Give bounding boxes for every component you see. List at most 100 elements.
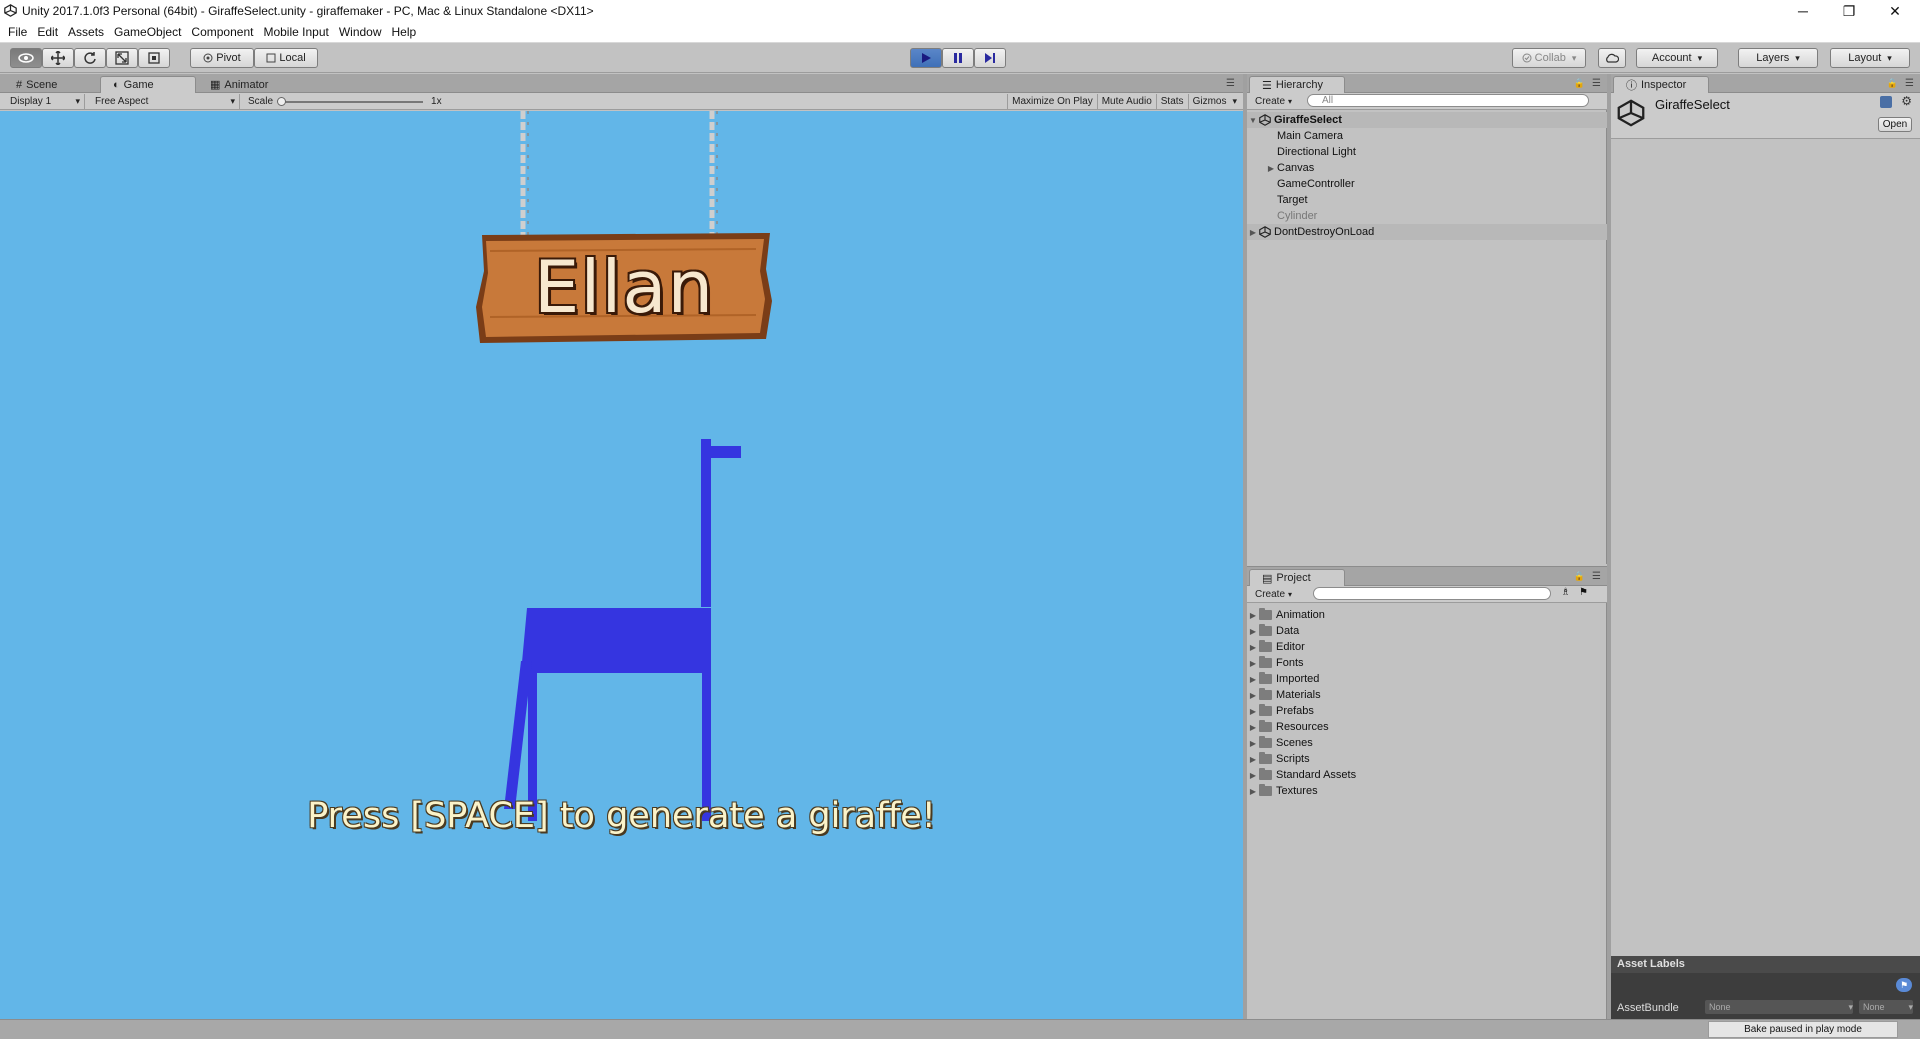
pane-menu-icon[interactable]: ☰: [1592, 571, 1601, 582]
folder-item[interactable]: ▶ Resources: [1247, 719, 1329, 735]
info-icon: ⓘ: [1626, 80, 1637, 92]
help-book-icon[interactable]: [1880, 96, 1892, 108]
maximize-on-play-toggle[interactable]: Maximize On Play: [1008, 94, 1097, 109]
account-dropdown[interactable]: Account: [1636, 48, 1718, 68]
scale-value: 1x: [431, 95, 442, 107]
pause-button[interactable]: [942, 48, 974, 68]
hierarchy-item-inactive[interactable]: Cylinder: [1277, 208, 1317, 224]
menu-help[interactable]: Help: [392, 25, 417, 39]
expand-arrow-icon[interactable]: ▶: [1247, 707, 1259, 716]
expand-arrow-icon[interactable]: ▶: [1265, 164, 1277, 173]
pivot-toggle[interactable]: Pivot: [190, 48, 254, 68]
folder-item[interactable]: ▶ Scripts: [1247, 751, 1310, 767]
lock-icon[interactable]: 🔒: [1574, 78, 1585, 89]
folder-item[interactable]: ▶ Prefabs: [1247, 703, 1314, 719]
menu-assets[interactable]: Assets: [68, 25, 104, 39]
expand-arrow-icon[interactable]: ▶: [1247, 643, 1259, 652]
asset-bundle-variant-dropdown[interactable]: None: [1859, 1000, 1913, 1014]
menu-file[interactable]: File: [8, 25, 27, 39]
folder-item[interactable]: ▶ Materials: [1247, 687, 1321, 703]
folder-item[interactable]: ▶ Animation: [1247, 607, 1325, 623]
hierarchy-create-dropdown[interactable]: Create: [1251, 94, 1296, 109]
expand-arrow-icon[interactable]: ▼: [1247, 116, 1259, 125]
tab-inspector[interactable]: ⓘ Inspector: [1613, 76, 1709, 93]
expand-arrow-icon[interactable]: ▶: [1247, 787, 1259, 796]
play-button[interactable]: [910, 48, 942, 68]
expand-arrow-icon[interactable]: ▶: [1247, 659, 1259, 668]
step-button[interactable]: [974, 48, 1006, 68]
hierarchy-item[interactable]: Main Camera: [1277, 128, 1343, 144]
pane-menu-icon[interactable]: ☰: [1592, 78, 1601, 89]
mute-audio-toggle[interactable]: Mute Audio: [1098, 94, 1156, 109]
hierarchy-search-input[interactable]: All: [1307, 94, 1589, 107]
layout-dropdown[interactable]: Layout: [1830, 48, 1910, 68]
settings-gear-icon[interactable]: ⚙: [1901, 94, 1912, 108]
folder-item[interactable]: ▶ Scenes: [1247, 735, 1313, 751]
game-canvas[interactable]: Ellan Press [SPACE] to generate a giraff…: [0, 111, 1243, 1019]
project-search-input[interactable]: [1313, 587, 1551, 600]
menu-mobile-input[interactable]: Mobile Input: [263, 25, 328, 39]
view-tool-button[interactable]: [10, 48, 42, 68]
menu-window[interactable]: Window: [339, 25, 382, 39]
minimize-button[interactable]: ─: [1780, 0, 1826, 22]
tab-hierarchy[interactable]: ☰ Hierarchy: [1249, 76, 1345, 93]
project-create-dropdown[interactable]: Create: [1251, 587, 1296, 602]
tab-scene[interactable]: # Scene: [4, 76, 69, 93]
filter-by-label-icon[interactable]: ⚑: [1579, 587, 1588, 598]
hierarchy-item[interactable]: Target: [1277, 192, 1308, 208]
folder-item[interactable]: ▶ Fonts: [1247, 655, 1304, 671]
collab-button[interactable]: Collab: [1512, 48, 1586, 68]
tab-animator[interactable]: ▦ Animator: [198, 76, 280, 93]
tab-project[interactable]: ▤ Project: [1249, 569, 1345, 586]
asset-bundle-dropdown[interactable]: None: [1705, 1000, 1853, 1014]
expand-arrow-icon[interactable]: ▶: [1247, 627, 1259, 636]
scale-slider[interactable]: [277, 94, 427, 109]
folder-item[interactable]: ▶ Imported: [1247, 671, 1319, 687]
pane-menu-icon[interactable]: ☰: [1905, 78, 1914, 89]
cloud-button[interactable]: [1598, 48, 1626, 68]
pane-menu-icon[interactable]: ☰: [1226, 78, 1235, 89]
rotate-tool-button[interactable]: [74, 48, 106, 68]
filter-by-type-icon[interactable]: ♗: [1561, 587, 1570, 598]
layers-dropdown[interactable]: Layers: [1738, 48, 1818, 68]
scale-tool-button[interactable]: [106, 48, 138, 68]
expand-arrow-icon[interactable]: ▶: [1247, 771, 1259, 780]
menu-component[interactable]: Component: [191, 25, 253, 39]
label-tag-icon[interactable]: ⚑: [1896, 978, 1912, 992]
scale-slider-thumb[interactable]: [277, 96, 287, 106]
cloud-icon: [1606, 53, 1619, 63]
menu-gameobject[interactable]: GameObject: [114, 25, 181, 39]
dont-destroy-row[interactable]: ▶ DontDestroyOnLoad: [1247, 224, 1607, 240]
stats-toggle[interactable]: Stats: [1157, 94, 1188, 109]
rect-tool-button[interactable]: [138, 48, 170, 68]
expand-arrow-icon[interactable]: ▶: [1247, 755, 1259, 764]
expand-arrow-icon[interactable]: ▶: [1247, 228, 1259, 237]
folder-item[interactable]: ▶ Textures: [1247, 783, 1318, 799]
close-button[interactable]: ✕: [1872, 0, 1918, 22]
tab-game[interactable]: ◐ Game: [100, 76, 196, 93]
lock-icon[interactable]: 🔒: [1887, 78, 1898, 89]
scene-row[interactable]: ▼ GiraffeSelect: [1247, 112, 1607, 128]
check-icon: [1522, 53, 1532, 63]
display-dropdown[interactable]: Display 1: [0, 94, 84, 109]
gizmos-dropdown[interactable]: Gizmos: [1189, 94, 1243, 109]
aspect-dropdown[interactable]: Free Aspect: [85, 94, 239, 109]
open-button[interactable]: Open: [1878, 117, 1912, 132]
hierarchy-item[interactable]: Directional Light: [1277, 144, 1356, 160]
menu-edit[interactable]: Edit: [37, 25, 58, 39]
folder-item[interactable]: ▶ Editor: [1247, 639, 1305, 655]
expand-arrow-icon[interactable]: ▶: [1247, 739, 1259, 748]
folder-item[interactable]: ▶ Standard Assets: [1247, 767, 1356, 783]
hierarchy-item-canvas[interactable]: ▶ Canvas: [1265, 160, 1314, 176]
folder-item[interactable]: ▶ Data: [1247, 623, 1299, 639]
hierarchy-item[interactable]: GameController: [1277, 176, 1355, 192]
restore-button[interactable]: ❐: [1826, 0, 1872, 22]
right-chain: [709, 111, 718, 235]
move-tool-button[interactable]: [42, 48, 74, 68]
expand-arrow-icon[interactable]: ▶: [1247, 723, 1259, 732]
lock-icon[interactable]: 🔒: [1574, 571, 1585, 582]
expand-arrow-icon[interactable]: ▶: [1247, 675, 1259, 684]
local-toggle[interactable]: Local: [254, 48, 318, 68]
expand-arrow-icon[interactable]: ▶: [1247, 611, 1259, 620]
expand-arrow-icon[interactable]: ▶: [1247, 691, 1259, 700]
